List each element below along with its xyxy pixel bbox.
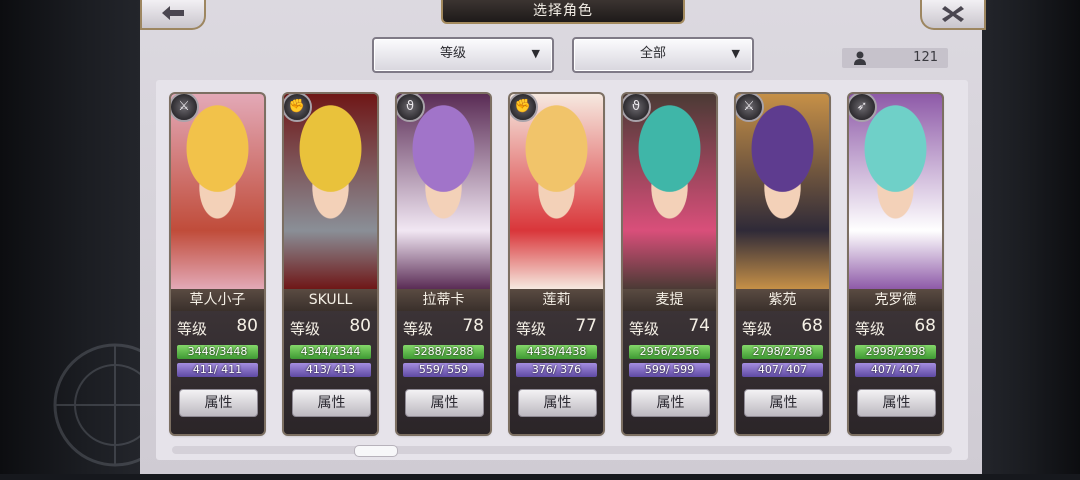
back-arrow-icon <box>162 6 184 20</box>
sp-bar: 407/ 407 <box>742 363 823 377</box>
horizontal-scrollbar[interactable] <box>172 446 952 454</box>
attribute-button[interactable]: 属性 <box>744 389 823 417</box>
character-portrait <box>849 94 942 289</box>
hp-bar: 3288/3288 <box>403 345 484 359</box>
hp-bar: 2798/2798 <box>742 345 823 359</box>
character-count: 121 <box>842 48 948 68</box>
back-button[interactable] <box>140 0 206 30</box>
level-value: 68 <box>801 316 823 336</box>
sp-bar: 599/ 599 <box>629 363 710 377</box>
chevron-down-icon: ▼ <box>731 47 740 60</box>
chevron-down-icon: ▼ <box>531 47 540 60</box>
character-card[interactable]: ϑ 拉蒂卡 等级 78 3288/3288 559/ 559 属性 <box>397 94 490 434</box>
level-label: 等级 <box>629 320 660 338</box>
character-stats: 等级 77 4438/4438 376/ 376 属性 <box>510 311 603 434</box>
character-card[interactable]: ⚔ 草人小子 等级 80 3448/3448 411/ 411 属性 <box>171 94 264 434</box>
sort-level-dropdown[interactable]: 等级 ▼ <box>372 37 554 73</box>
attribute-button[interactable]: 属性 <box>631 389 710 417</box>
character-card[interactable]: ➶ 克罗德 等级 68 2998/2998 407/ 407 属性 <box>849 94 942 434</box>
level-label: 等级 <box>855 320 886 338</box>
character-portrait <box>623 94 716 289</box>
character-portrait <box>284 94 377 289</box>
character-name: 莲莉 <box>510 289 603 311</box>
character-stats: 等级 78 3288/3288 559/ 559 属性 <box>397 311 490 434</box>
user-icon <box>854 51 866 65</box>
attribute-button[interactable]: 属性 <box>857 389 936 417</box>
page-title: 选择角色 <box>441 0 685 24</box>
hp-bar: 4438/4438 <box>516 345 597 359</box>
level-value: 77 <box>575 316 597 336</box>
attribute-button[interactable]: 属性 <box>179 389 258 417</box>
character-card[interactable]: ✊ SKULL 等级 80 4344/4344 413/ 413 属性 <box>284 94 377 434</box>
hp-bar: 2998/2998 <box>855 345 936 359</box>
attribute-button[interactable]: 属性 <box>292 389 371 417</box>
sp-bar: 407/ 407 <box>855 363 936 377</box>
scrollbar-thumb[interactable] <box>354 445 398 457</box>
sp-bar: 413/ 413 <box>290 363 371 377</box>
filter-label: 全部 <box>639 46 666 61</box>
character-name: 拉蒂卡 <box>397 289 490 311</box>
level-label: 等级 <box>742 320 773 338</box>
character-count-value: 121 <box>913 50 938 65</box>
hp-bar: 4344/4344 <box>290 345 371 359</box>
sort-level-label: 等级 <box>439 46 466 61</box>
level-label: 等级 <box>177 320 208 338</box>
right-backdrop <box>982 0 1080 474</box>
character-card[interactable]: ✊ 莲莉 等级 77 4438/4438 376/ 376 属性 <box>510 94 603 434</box>
close-button[interactable] <box>920 0 986 30</box>
level-value: 74 <box>688 316 710 336</box>
character-name: SKULL <box>284 289 377 311</box>
character-portrait <box>736 94 829 289</box>
character-name: 紫苑 <box>736 289 829 311</box>
level-label: 等级 <box>403 320 434 338</box>
character-portrait <box>397 94 490 289</box>
character-stats: 等级 80 4344/4344 413/ 413 属性 <box>284 311 377 434</box>
level-value: 68 <box>914 316 936 336</box>
level-value: 78 <box>462 316 484 336</box>
filter-dropdown[interactable]: 全部 ▼ <box>572 37 754 73</box>
character-name: 克罗德 <box>849 289 942 311</box>
character-portrait <box>510 94 603 289</box>
character-stats: 等级 80 3448/3448 411/ 411 属性 <box>171 311 264 434</box>
attribute-button[interactable]: 属性 <box>405 389 484 417</box>
character-name: 麦提 <box>623 289 716 311</box>
attribute-button[interactable]: 属性 <box>518 389 597 417</box>
character-card[interactable]: ⚔ 紫苑 等级 68 2798/2798 407/ 407 属性 <box>736 94 829 434</box>
character-name: 草人小子 <box>171 289 264 311</box>
close-x-icon <box>942 6 964 22</box>
level-label: 等级 <box>290 320 321 338</box>
level-value: 80 <box>349 316 371 336</box>
character-portrait <box>171 94 264 289</box>
sp-bar: 376/ 376 <box>516 363 597 377</box>
character-stats: 等级 74 2956/2956 599/ 599 属性 <box>623 311 716 434</box>
sp-bar: 559/ 559 <box>403 363 484 377</box>
hp-bar: 2956/2956 <box>629 345 710 359</box>
level-value: 80 <box>236 316 258 336</box>
sp-bar: 411/ 411 <box>177 363 258 377</box>
character-stats: 等级 68 2998/2998 407/ 407 属性 <box>849 311 942 434</box>
character-stats: 等级 68 2798/2798 407/ 407 属性 <box>736 311 829 434</box>
level-label: 等级 <box>516 320 547 338</box>
character-card[interactable]: ϑ 麦提 等级 74 2956/2956 599/ 599 属性 <box>623 94 716 434</box>
hp-bar: 3448/3448 <box>177 345 258 359</box>
